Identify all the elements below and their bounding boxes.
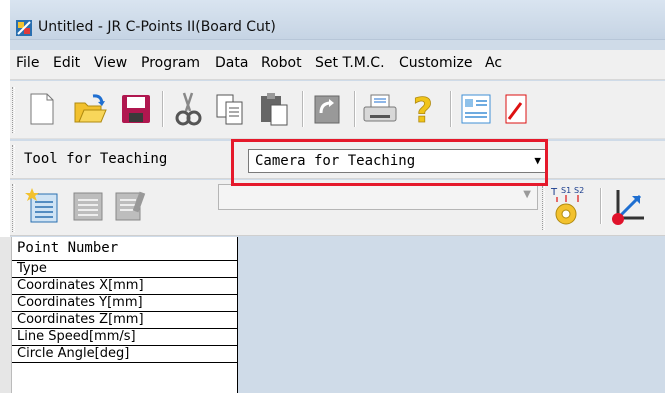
help-icon[interactable]: ?	[404, 87, 444, 131]
tool-s1s2-icon[interactable]: T S1 S2	[550, 184, 590, 228]
grid-row-coordinates-x[interactable]: Coordinates X[mm]	[12, 278, 238, 295]
svg-text:?: ?	[413, 92, 433, 126]
teaching-toolbar: Tool for Teaching Camera for Teaching ▼	[10, 141, 665, 179]
toolbar-separator	[450, 91, 452, 127]
teaching-tool-value: Camera for Teaching	[255, 153, 416, 169]
grid-row-coordinates-z[interactable]: Coordinates Z[mm]	[12, 312, 238, 329]
grid-row-circle-angle[interactable]: Circle Angle[deg]	[12, 346, 238, 363]
toolbar-grip[interactable]	[12, 145, 15, 175]
main-toolbar: ?	[10, 81, 665, 139]
copy-icon[interactable]	[210, 87, 250, 131]
grid-row-coordinates-y[interactable]: Coordinates Y[mm]	[12, 295, 238, 312]
teach-arrow-icon[interactable]	[608, 184, 648, 228]
edit-point-icon[interactable]	[110, 184, 150, 228]
tool-letter-s2: S2	[574, 186, 584, 195]
menu-data[interactable]: Data	[215, 55, 248, 71]
new-point-icon[interactable]	[22, 184, 62, 228]
tool-letter-t: T	[550, 187, 558, 198]
toolbar-grip[interactable]	[542, 186, 545, 230]
toolbar-separator	[600, 188, 602, 224]
window-title: Untitled - JR C-Points II(Board Cut)	[38, 19, 276, 35]
paste-icon[interactable]	[254, 87, 294, 131]
grid-row-type[interactable]: Type	[12, 261, 238, 278]
tool-letter-s1: S1	[561, 186, 571, 195]
insert-point-icon[interactable]	[68, 184, 108, 228]
point-grid: Point Number Type Coordinates X[mm] Coor…	[12, 237, 238, 393]
menu-customize[interactable]: Customize	[399, 55, 473, 71]
dropdown-arrow-icon[interactable]: ▼	[534, 154, 541, 167]
menu-overflow[interactable]: Ac	[485, 55, 502, 71]
teaching-tool-select[interactable]: Camera for Teaching ▼	[248, 149, 548, 173]
toolbar-grip[interactable]	[12, 184, 15, 232]
save-icon[interactable]	[116, 87, 156, 131]
point-toolbar: ▼ T S1 S2	[10, 180, 665, 236]
refresh-icon[interactable]	[308, 87, 348, 131]
list-view-icon[interactable]	[456, 87, 496, 131]
toolbar-separator	[302, 91, 304, 127]
toolbar-grip[interactable]	[12, 87, 15, 133]
tool-for-teaching-label: Tool for Teaching	[24, 151, 168, 167]
toolbar-separator	[162, 91, 164, 127]
edit-icon[interactable]	[496, 87, 536, 131]
point-combo[interactable]: ▼	[218, 184, 538, 210]
menu-edit[interactable]: Edit	[53, 55, 80, 71]
open-folder-icon[interactable]	[70, 87, 110, 131]
menu-view[interactable]: View	[94, 55, 127, 71]
print-icon[interactable]	[360, 87, 400, 131]
title-bar: Untitled - JR C-Points II(Board Cut)	[10, 0, 665, 40]
app-icon	[16, 20, 32, 36]
toolbar-separator	[354, 91, 356, 127]
new-file-icon[interactable]	[22, 87, 62, 131]
grid-row-line-speed[interactable]: Line Speed[mm/s]	[12, 329, 238, 346]
menu-bar: File Edit View Program Data Robot Set T.…	[10, 50, 665, 80]
menu-set-tmc[interactable]: Set T.M.C.	[315, 55, 385, 71]
menu-program[interactable]: Program	[141, 55, 200, 71]
grid-header-point-number: Point Number	[12, 237, 238, 261]
cut-icon[interactable]	[168, 87, 208, 131]
menu-robot[interactable]: Robot	[261, 55, 302, 71]
dropdown-arrow-icon[interactable]: ▼	[523, 189, 531, 200]
menu-file[interactable]: File	[16, 55, 39, 71]
grid-row-header-strip	[0, 237, 12, 393]
